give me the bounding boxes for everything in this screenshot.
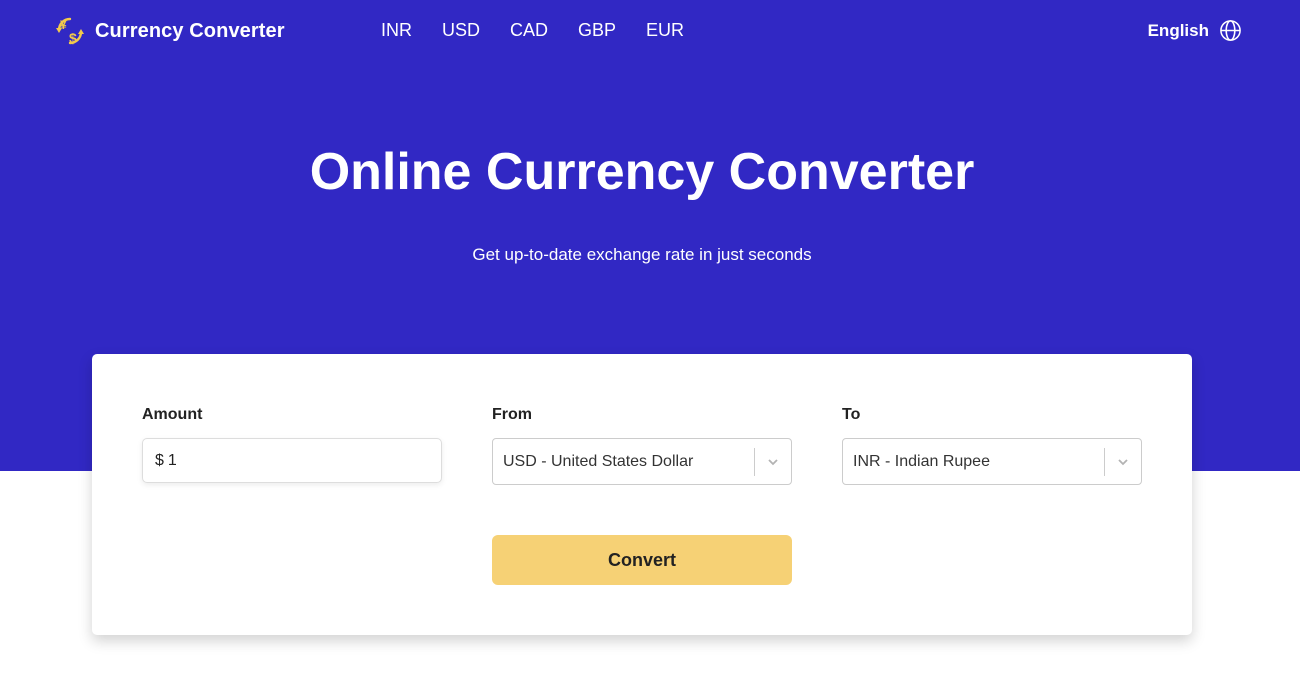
amount-label: Amount [142,406,203,423]
nav-link-usd[interactable]: USD [427,20,495,41]
from-label: From [492,406,532,423]
to-field: To INR - Indian Rupee [842,406,1142,485]
currency-nav: INR USD CAD GBP EUR [366,20,699,41]
chevron-down-icon[interactable] [1105,439,1141,484]
language-label: English [1147,20,1209,40]
svg-text:$: $ [69,30,77,46]
nav-link-inr[interactable]: INR [366,20,427,41]
amount-field: Amount $ [142,406,442,483]
page-subtitle: Get up-to-date exchange rate in just sec… [472,245,812,264]
nav-link-cad[interactable]: CAD [495,20,563,41]
currency-exchange-icon: ¥ $ [56,17,84,46]
currency-symbol: $ [155,451,164,469]
language-selector[interactable]: English [1148,19,1242,42]
amount-input[interactable] [167,451,418,470]
to-currency-select[interactable]: INR - Indian Rupee [842,438,1142,485]
nav-link-gbp[interactable]: GBP [563,20,631,41]
to-label: To [842,406,861,423]
svg-text:¥: ¥ [60,18,67,32]
globe-icon [1220,20,1241,41]
page-title: Online Currency Converter [309,143,975,201]
from-currency-value: USD - United States Dollar [503,452,694,470]
from-currency-select[interactable]: USD - United States Dollar [492,438,792,485]
amount-input-box[interactable]: $ [142,438,442,483]
from-field: From USD - United States Dollar [492,406,792,485]
convert-button[interactable]: Convert [492,535,792,585]
top-nav: ¥ $ Currency Converter INR USD CAD GBP E… [0,0,1300,62]
to-currency-value: INR - Indian Rupee [853,452,990,470]
brand-name: Currency Converter [95,19,285,42]
chevron-down-icon[interactable] [755,439,791,484]
brand[interactable]: ¥ $ Currency Converter [53,14,285,48]
nav-link-eur[interactable]: EUR [631,20,699,41]
converter-card: Amount $ From USD - United States Dollar… [92,354,1192,635]
